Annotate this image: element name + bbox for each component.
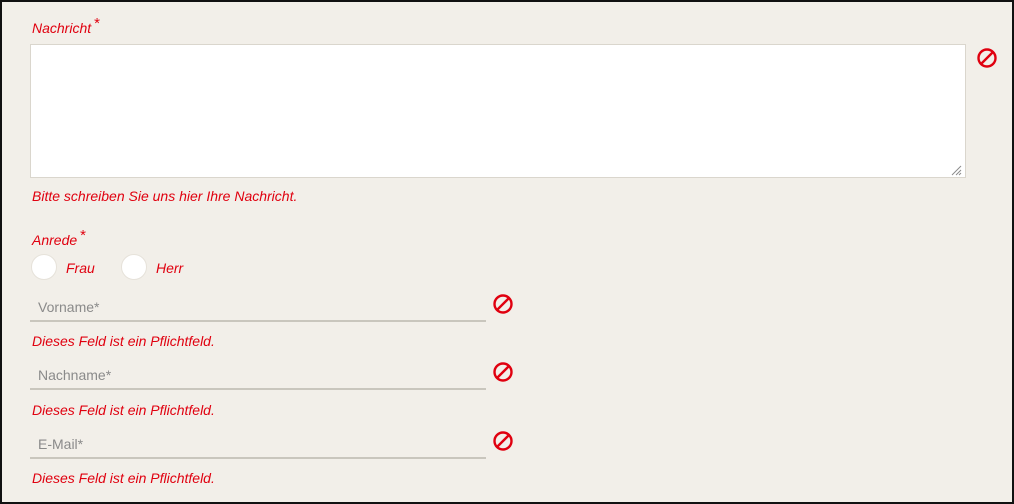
first-name-error: Dieses Feld ist ein Pflichtfeld. [32, 333, 215, 349]
last-name-error: Dieses Feld ist ein Pflichtfeld. [32, 402, 215, 418]
radio-frau-label[interactable]: Frau [66, 260, 95, 276]
message-textarea[interactable] [30, 44, 966, 178]
message-label-text: Nachricht [32, 20, 92, 36]
email-input[interactable] [30, 431, 486, 459]
message-error: Bitte schreiben Sie uns hier Ihre Nachri… [32, 188, 298, 204]
required-marker: * [94, 15, 100, 32]
resize-grip-icon[interactable] [950, 164, 962, 176]
prohibited-icon [977, 48, 997, 68]
salutation-label-text: Anrede [32, 232, 78, 248]
radio-herr-label[interactable]: Herr [156, 260, 183, 276]
first-name-input[interactable] [30, 294, 486, 322]
prohibited-icon [493, 362, 513, 382]
required-marker: * [80, 227, 86, 244]
prohibited-icon [493, 294, 513, 314]
prohibited-icon [493, 431, 513, 451]
message-label: Nachricht * [32, 15, 100, 37]
salutation-label: Anrede * [32, 227, 86, 249]
last-name-input[interactable] [30, 362, 486, 390]
email-error: Dieses Feld ist ein Pflichtfeld. [32, 470, 215, 486]
contact-form: Nachricht * Bitte schreiben Sie uns hier … [0, 0, 1014, 504]
radio-herr[interactable] [121, 254, 147, 280]
radio-frau[interactable] [31, 254, 57, 280]
